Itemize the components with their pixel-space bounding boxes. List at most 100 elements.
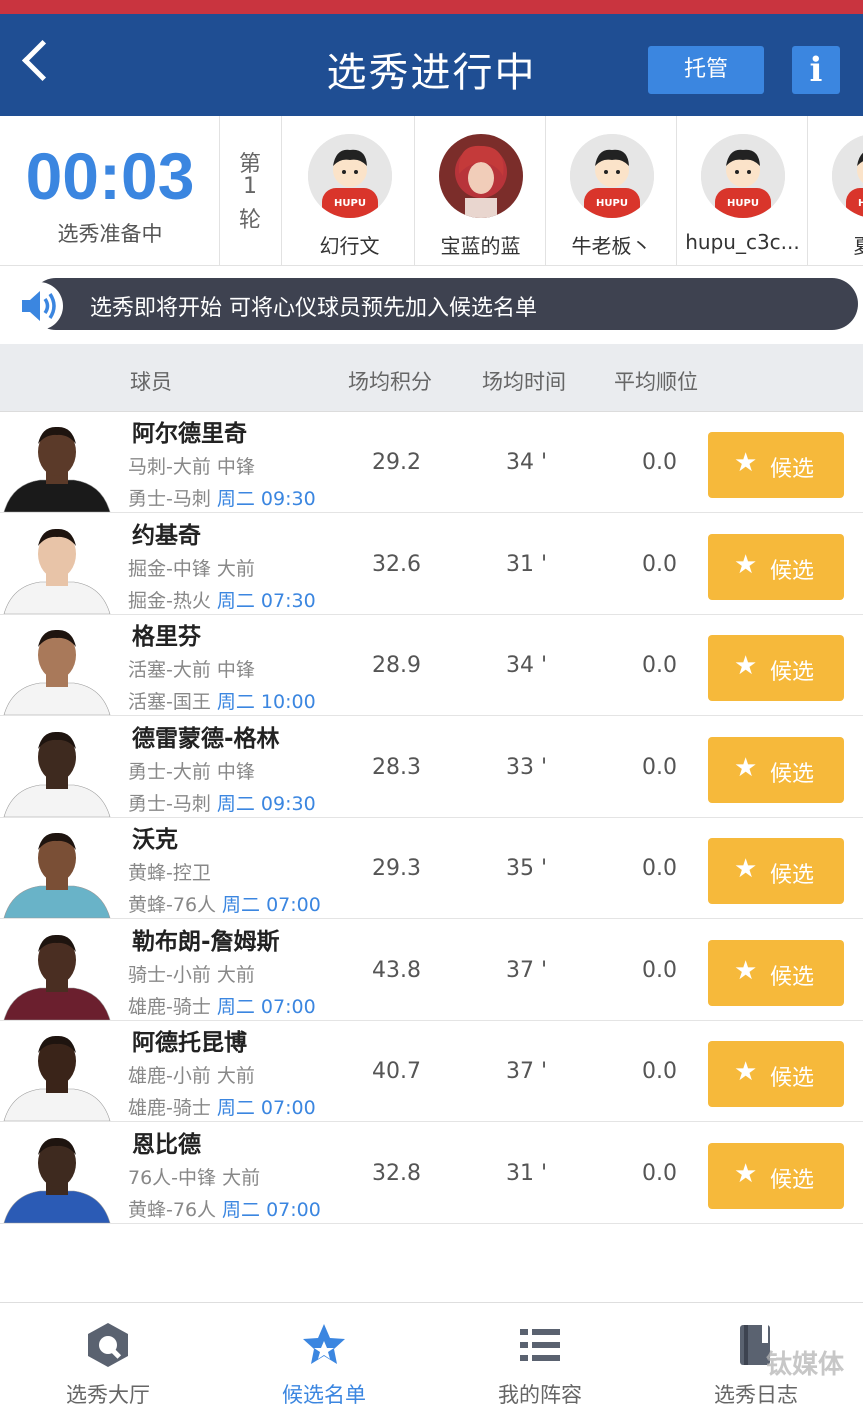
avg-score: 29.2	[372, 450, 421, 475]
add-candidate-button[interactable]: ★ 候选	[708, 736, 844, 803]
avg-score: 32.8	[372, 1160, 421, 1186]
drafter-slot[interactable]: HUPU 牛老板丶	[546, 116, 677, 265]
speaker-icon	[14, 282, 64, 330]
player-next-game: 活塞-国王 周二 10:00	[128, 687, 316, 714]
game-teams: 掘金-热火	[128, 589, 211, 612]
tab-list[interactable]: 我的阵容	[432, 1303, 648, 1413]
app-header: 选秀进行中 托管 i	[0, 14, 863, 116]
top-stripe	[0, 0, 863, 14]
avg-rank: 0.0	[642, 754, 677, 780]
player-photo	[2, 521, 112, 614]
tab-star[interactable]: 候选名单	[216, 1303, 432, 1413]
drafter-slot[interactable]: HUPU 幻行文	[284, 116, 415, 265]
star-icon: ★	[734, 1057, 758, 1087]
svg-text:HUPU: HUPU	[727, 198, 759, 209]
player-photo	[2, 826, 112, 918]
avg-score: 40.7	[372, 1059, 421, 1084]
player-next-game: 勇士-马刺 周二 09:30	[128, 484, 316, 511]
player-next-game: 黄蜂-76人 周二 07:00	[128, 890, 321, 917]
avg-rank: 0.0	[642, 856, 677, 881]
avatar	[439, 134, 523, 218]
drafter-name: 牛老板丶	[571, 234, 652, 258]
player-row[interactable]: 恩比德 76人-中锋 大前 黄蜂-76人 周二 07:00 32.8 31 ' 0.0 ★ 候选	[0, 1122, 863, 1224]
notice-pill: 选秀即将开始 可将心仪球员预先加入候选名单	[30, 278, 858, 330]
notice-text: 选秀即将开始 可将心仪球员预先加入候选名单	[90, 296, 537, 321]
player-position: 76人-中锋 大前	[128, 1166, 261, 1189]
candidate-label: 候选	[770, 761, 815, 787]
drafter-slot[interactable]: HUPU hupu_c3c...	[677, 116, 808, 265]
tab-hall[interactable]: 选秀大厅	[0, 1303, 216, 1413]
player-name: 约基奇	[132, 522, 201, 549]
timer-panel: 00:03 选秀准备中	[0, 116, 220, 265]
add-candidate-button[interactable]: ★ 候选	[708, 432, 844, 498]
game-teams: 黄蜂-76人	[128, 894, 217, 916]
svg-text:HUPU: HUPU	[334, 198, 366, 209]
star-icon: ★	[734, 955, 758, 986]
round-label: 第 1 轮	[222, 116, 282, 265]
avg-rank: 0.0	[642, 957, 677, 983]
game-time: 周二 07:30	[216, 589, 316, 612]
avatar: HUPU	[832, 134, 863, 218]
player-name: 勒布朗-詹姆斯	[132, 928, 280, 955]
player-name: 恩比德	[132, 1131, 201, 1158]
player-position: 骑士-小前 大前	[128, 963, 255, 986]
player-row[interactable]: 约基奇 掘金-中锋 大前 掘金-热火 周二 07:30 32.6 31 ' 0.0 ★ 候选	[0, 513, 863, 615]
add-candidate-button[interactable]: ★ 候选	[708, 1041, 844, 1107]
avg-score: 29.3	[372, 856, 421, 881]
game-time: 周二 07:00	[222, 894, 321, 916]
player-row[interactable]: 沃克 黄蜂-控卫 黄蜂-76人 周二 07:00 29.3 35 ' 0.0 ★ 候选	[0, 818, 863, 919]
avg-minutes: 35 '	[506, 856, 548, 881]
auto-draft-button[interactable]: 托管	[648, 46, 764, 94]
tab-label: 候选名单	[282, 1383, 366, 1407]
player-row[interactable]: 阿尔德里奇 马刺-大前 中锋 勇士-马刺 周二 09:30 29.2 34 ' 0.0 ★ 候选	[0, 412, 863, 513]
star-icon	[300, 1321, 348, 1369]
player-name: 阿德托昆博	[132, 1030, 247, 1056]
avg-rank: 0.0	[642, 450, 677, 475]
avg-score: 28.3	[372, 754, 421, 780]
info-button[interactable]: i	[792, 46, 840, 94]
player-position: 活塞-大前 中锋	[128, 659, 255, 681]
player-row[interactable]: 德雷蒙德-格林 勇士-大前 中锋 勇士-马刺 周二 09:30 28.3 33 ' 0.0 ★…	[0, 716, 863, 818]
game-teams: 黄蜂-76人	[128, 1198, 217, 1221]
add-candidate-button[interactable]: ★ 候选	[708, 939, 844, 1006]
player-next-game: 掘金-热火 周二 07:30	[128, 586, 316, 613]
avatar: HUPU	[308, 134, 392, 218]
add-candidate-button[interactable]: ★ 候选	[708, 1142, 844, 1209]
list-icon	[516, 1321, 564, 1369]
drafter-slot[interactable]: 宝蓝的蓝	[415, 116, 546, 265]
add-candidate-button[interactable]: ★ 候选	[708, 838, 844, 904]
player-photo	[2, 1130, 112, 1223]
player-next-game: 黄蜂-76人 周二 07:00	[128, 1195, 321, 1222]
player-name: 格里芬	[132, 624, 201, 650]
table-header: 球员 场均积分 场均时间 平均顺位	[0, 344, 863, 412]
game-teams: 勇士-马刺	[128, 792, 211, 815]
avg-minutes: 31 '	[506, 551, 548, 577]
avg-score: 28.9	[372, 653, 421, 678]
player-photo	[2, 927, 112, 1020]
game-time: 周二 10:00	[216, 691, 316, 713]
tab-label: 我的阵容	[498, 1383, 582, 1407]
game-time: 周二 07:00	[222, 1198, 321, 1221]
tab-label: 选秀大厅	[66, 1383, 150, 1407]
player-row[interactable]: 阿德托昆博 雄鹿-小前 大前 雄鹿-骑士 周二 07:00 40.7 37 ' 0.0 ★ 候选	[0, 1021, 863, 1122]
player-row[interactable]: 勒布朗-詹姆斯 骑士-小前 大前 雄鹿-骑士 周二 07:00 43.8 37 ' 0.0 ★…	[0, 919, 863, 1021]
add-candidate-button[interactable]: ★ 候选	[708, 635, 844, 701]
player-row[interactable]: 格里芬 活塞-大前 中锋 活塞-国王 周二 10:00 28.9 34 ' 0.0 ★ 候选	[0, 615, 863, 716]
player-position: 黄蜂-控卫	[128, 862, 211, 884]
player-name: 阿尔德里奇	[132, 421, 247, 447]
avg-rank: 0.0	[642, 551, 677, 577]
header-rank: 平均顺位	[614, 370, 698, 394]
avg-minutes: 37 '	[506, 957, 548, 983]
player-photo	[2, 623, 112, 715]
drafter-slot[interactable]: HUPU 夏洛	[808, 116, 863, 265]
add-candidate-button[interactable]: ★ 候选	[708, 533, 844, 600]
candidate-label: 候选	[770, 558, 815, 584]
game-teams: 活塞-国王	[128, 691, 211, 713]
game-time: 周二 07:00	[216, 995, 316, 1018]
player-next-game: 勇士-马刺 周二 09:30	[128, 789, 316, 816]
drafter-name: 宝蓝的蓝	[440, 234, 521, 258]
svg-text:HUPU: HUPU	[596, 198, 628, 209]
avatar: HUPU	[701, 134, 785, 218]
game-time: 周二 07:00	[216, 1097, 316, 1119]
player-position: 勇士-大前 中锋	[128, 760, 255, 783]
